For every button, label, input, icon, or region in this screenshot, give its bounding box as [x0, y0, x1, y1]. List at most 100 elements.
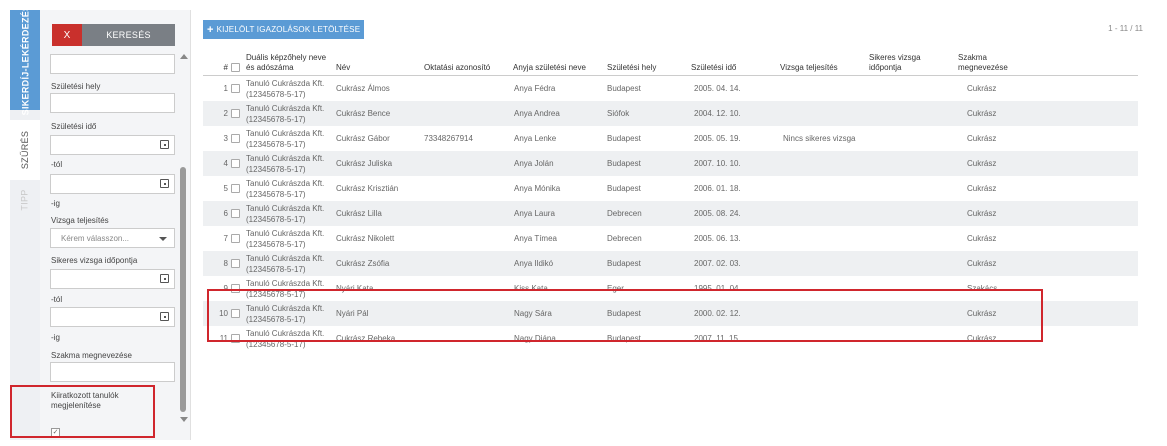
tab-sikerdij-lekerdezes[interactable]: SIKERDÍJ-LEKÉRDEZÉS — [10, 5, 40, 115]
download-label: KIJELÖLT IGAZOLÁSOK LETÖLTÉSE — [216, 25, 361, 34]
col-header-szul-ido[interactable]: Születési idő — [688, 43, 777, 76]
nev-cell: Cukrász Zsófia — [333, 251, 421, 276]
col-header-szakma[interactable]: Szakma megnevezése — [955, 43, 1040, 76]
szul-ido-cell: 2005. 06. 13. — [688, 226, 777, 251]
extra-cell — [1040, 176, 1138, 201]
oktatasi-cell — [421, 326, 510, 351]
scroll-up-arrow-icon[interactable] — [180, 54, 188, 59]
kepzohely-name: Tanuló Cukrászda Kft. — [246, 228, 325, 238]
szakma-cell: Cukrász — [955, 101, 1040, 126]
results-table: # Duális képzőhely neve és adószáma Név … — [203, 43, 1138, 351]
szuletesi-ido-ig-input[interactable] — [50, 174, 175, 194]
sikeres-vizsga-tol-input[interactable] — [50, 269, 175, 289]
col-header-anyja[interactable]: Anyja születési neve — [510, 43, 604, 76]
row-checkbox[interactable] — [231, 284, 240, 294]
vizsga-cell — [777, 226, 866, 251]
szuletesi-ido-tol-input[interactable] — [50, 135, 175, 155]
sikeres-vizsga-ig-input[interactable] — [50, 307, 175, 327]
extra-cell — [1040, 101, 1138, 126]
download-selected-button[interactable]: + KIJELÖLT IGAZOLÁSOK LETÖLTÉSE — [203, 20, 365, 39]
scroll-thumb[interactable] — [180, 167, 186, 412]
nev-cell: Cukrász Krisztián — [333, 176, 421, 201]
vizsga-cell — [777, 151, 866, 176]
col-header-num[interactable]: # — [203, 43, 243, 76]
row-checkbox[interactable] — [231, 209, 240, 219]
table-row[interactable]: 8 Tanuló Cukrászda Kft. (12345678-5-17) Cuk… — [203, 251, 1138, 276]
row-checkbox[interactable] — [231, 159, 240, 169]
row-number-cell: 2 — [203, 101, 243, 126]
row-checkbox[interactable] — [231, 234, 240, 244]
table-row[interactable]: 6 Tanuló Cukrászda Kft. (12345678-5-17) Cuk… — [203, 201, 1138, 226]
kepzohely-adoszam: (12345678-5-17) — [246, 339, 306, 349]
select-all-checkbox[interactable] — [231, 63, 240, 73]
filter-scrollbar[interactable] — [178, 40, 188, 430]
table-row[interactable]: 10 Tanuló Cukrászda Kft. (12345678-5-17) Ny… — [203, 301, 1138, 326]
row-number-cell: 10 — [203, 301, 243, 326]
sikeres-cell — [866, 276, 955, 301]
col-header-vizsga[interactable]: Vizsga teljesítés — [777, 43, 866, 76]
table-row[interactable]: 11 Tanuló Cukrászda Kft. (12345678-5-17) Cu… — [203, 326, 1138, 351]
table-row[interactable]: 1 Tanuló Cukrászda Kft. (12345678-5-17) Cuk… — [203, 75, 1138, 101]
vizsga-cell — [777, 326, 866, 351]
szakma-input[interactable] — [50, 362, 175, 382]
filter-input-top[interactable] — [50, 54, 175, 74]
nev-cell: Cukrász Nikolett — [333, 226, 421, 251]
sikeres-cell — [866, 226, 955, 251]
szul-ido-cell: 2005. 04. 14. — [688, 75, 777, 101]
row-checkbox[interactable] — [231, 109, 240, 119]
table-row[interactable]: 9 Tanuló Cukrászda Kft. (12345678-5-17) Nyá… — [203, 276, 1138, 301]
col-header-kepzohely[interactable]: Duális képzőhely neve és adószáma — [243, 43, 333, 76]
extra-cell — [1040, 75, 1138, 101]
kepzohely-cell: Tanuló Cukrászda Kft. (12345678-5-17) — [243, 326, 333, 351]
table-row[interactable]: 2 Tanuló Cukrászda Kft. (12345678-5-17) Cuk… — [203, 101, 1138, 126]
szul-hely-cell: Budapest — [604, 151, 688, 176]
extra-cell — [1040, 201, 1138, 226]
row-checkbox[interactable] — [231, 134, 240, 144]
table-row[interactable]: 7 Tanuló Cukrászda Kft. (12345678-5-17) Cuk… — [203, 226, 1138, 251]
row-checkbox[interactable] — [231, 309, 240, 319]
kepzohely-cell: Tanuló Cukrászda Kft. (12345678-5-17) — [243, 101, 333, 126]
oktatasi-cell — [421, 276, 510, 301]
extra-cell — [1040, 151, 1138, 176]
nev-cell: Cukrász Gábor — [333, 126, 421, 151]
row-checkbox[interactable] — [231, 184, 240, 194]
table-row[interactable]: 5 Tanuló Cukrászda Kft. (12345678-5-17) Cuk… — [203, 176, 1138, 201]
row-number-cell: 5 — [203, 176, 243, 201]
clear-filter-button[interactable]: X — [52, 24, 82, 46]
anyja-cell: Anya Andrea — [510, 101, 604, 126]
tab-szures[interactable]: SZŰRÉS — [10, 120, 40, 180]
scroll-down-arrow-icon[interactable] — [180, 417, 188, 422]
extra-cell — [1040, 226, 1138, 251]
row-checkbox[interactable] — [231, 84, 240, 94]
anyja-cell: Anya Fédra — [510, 75, 604, 101]
col-header-sikeres[interactable]: Sikeres vizsga időpontja — [866, 43, 955, 76]
extra-cell — [1040, 301, 1138, 326]
vizsga-cell — [777, 101, 866, 126]
col-header-szul-hely[interactable]: Születési hely — [604, 43, 688, 76]
calendar-icon[interactable] — [160, 140, 169, 149]
tol-label: -tól — [51, 295, 63, 304]
search-button[interactable]: KERESÉS — [82, 24, 175, 46]
szul-hely-cell: Budapest — [604, 301, 688, 326]
table-row[interactable]: 3 Tanuló Cukrászda Kft. (12345678-5-17) Cuk… — [203, 126, 1138, 151]
col-header-oktatasi[interactable]: Oktatási azonosító — [421, 43, 510, 76]
vizsga-select-placeholder: Kérem válasszon... — [61, 234, 130, 243]
kiiratkozott-checkbox[interactable]: ✓ — [51, 428, 60, 437]
vertical-tabs: SIKERDÍJ-LEKÉRDEZÉS SZŰRÉS TIPP — [10, 5, 40, 440]
col-header-nev[interactable]: Név — [333, 43, 421, 76]
calendar-icon[interactable] — [160, 179, 169, 188]
table-row[interactable]: 4 Tanuló Cukrászda Kft. (12345678-5-17) Cuk… — [203, 151, 1138, 176]
oktatasi-cell — [421, 151, 510, 176]
szul-ido-cell: 2007. 10. 10. — [688, 151, 777, 176]
kepzohely-adoszam: (12345678-5-17) — [246, 139, 306, 149]
szakma-cell: Cukrász — [955, 126, 1040, 151]
calendar-icon[interactable] — [160, 274, 169, 283]
row-number: 6 — [223, 209, 228, 218]
szul-ido-cell: 2000. 02. 12. — [688, 301, 777, 326]
tab-tipp[interactable]: TIPP — [10, 185, 40, 215]
szuletesi-hely-input[interactable] — [50, 93, 175, 113]
row-checkbox[interactable] — [231, 259, 240, 269]
row-checkbox[interactable] — [231, 334, 240, 344]
calendar-icon[interactable] — [160, 312, 169, 321]
vizsga-teljesites-select[interactable]: Kérem válasszon... — [50, 228, 175, 248]
